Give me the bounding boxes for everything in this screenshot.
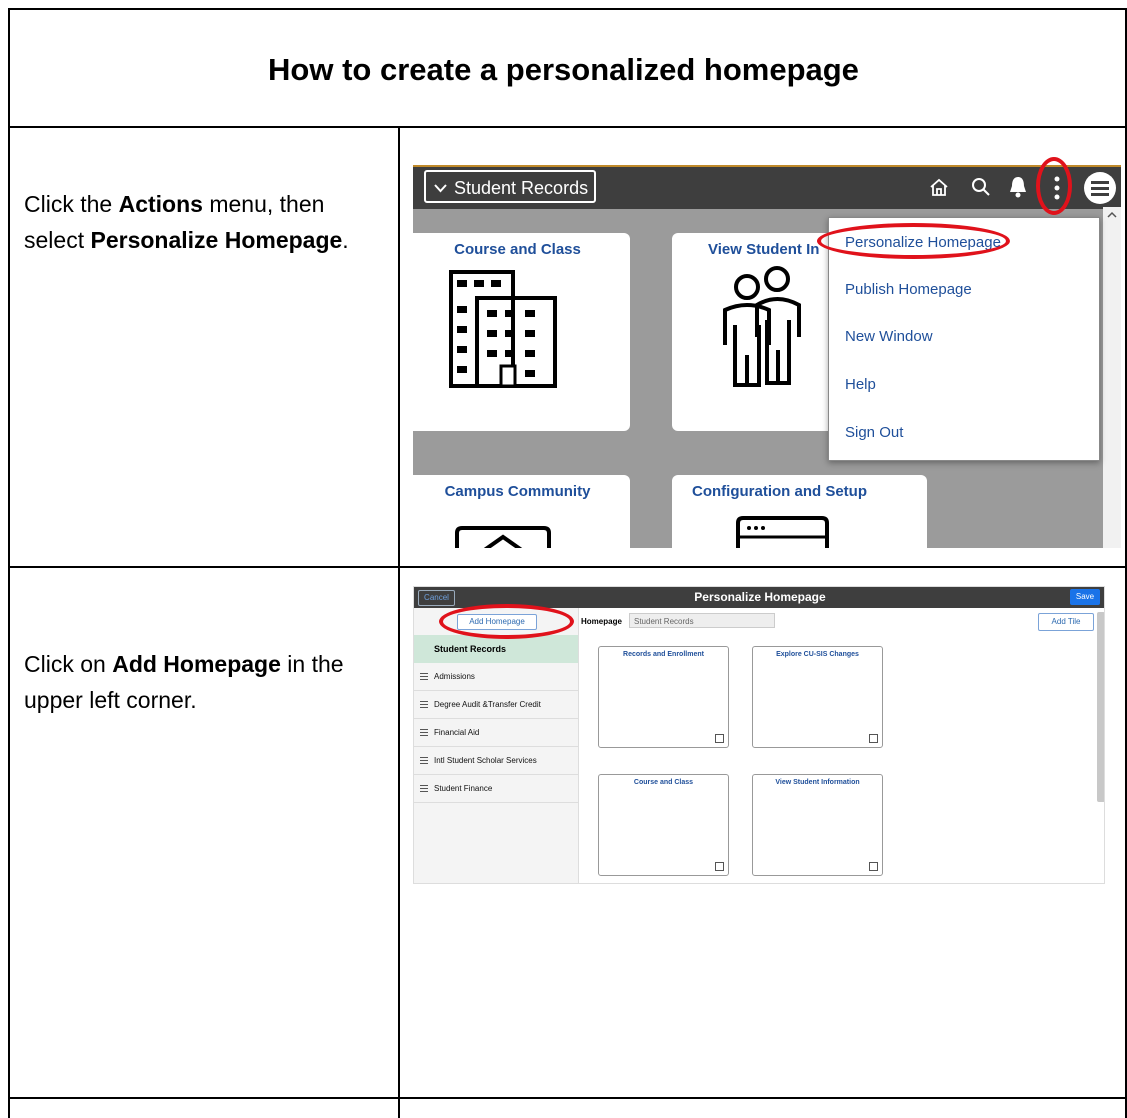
- header-bar: Student Records: [413, 165, 1121, 209]
- tile-course-and-class[interactable]: Course and Class: [598, 774, 729, 876]
- menu-item-help[interactable]: Help: [845, 376, 876, 393]
- sidebar-item-label: Financial Aid: [434, 728, 480, 737]
- browser-window-icon: [736, 516, 829, 548]
- border-left: [8, 8, 10, 1118]
- tile-title: Campus Community: [444, 483, 591, 500]
- border-row1: [8, 126, 1127, 128]
- scrollbar[interactable]: [1097, 612, 1104, 802]
- homepage-dropdown[interactable]: Student Records: [424, 170, 596, 203]
- drag-handle-icon[interactable]: [420, 785, 428, 792]
- homepage-dropdown-label: Student Records: [454, 178, 589, 198]
- navbar-icon[interactable]: [1083, 171, 1117, 205]
- tile-view-student-information[interactable]: View Student Information: [752, 774, 883, 876]
- add-tile-button[interactable]: Add Tile: [1038, 613, 1094, 631]
- tile-configuration-and-setup[interactable]: Configuration and Setup: [672, 475, 927, 548]
- sidebar-item-student-finance[interactable]: Student Finance: [414, 775, 578, 803]
- tile-title: View Student Information: [775, 779, 860, 786]
- tile-title: Configuration and Setup: [692, 483, 867, 500]
- sidebar-item-label: Degree Audit &Transfer Credit: [434, 700, 541, 709]
- chevron-down-icon: [434, 184, 447, 193]
- highlight-oval-add-homepage: [439, 604, 574, 639]
- chevron-up-icon: [1107, 211, 1117, 218]
- tile-title: Course and Class: [633, 779, 694, 786]
- sidebar-item-label: Admissions: [434, 672, 475, 681]
- screenshot-actions-menu: Student Records Course and Class View St…: [413, 165, 1121, 548]
- tile-campus-community[interactable]: Campus Community: [413, 475, 630, 548]
- sidebar-item-degree-audit[interactable]: Degree Audit &Transfer Credit: [414, 691, 578, 719]
- building-icon: [449, 270, 557, 388]
- scrollbar[interactable]: [1103, 207, 1121, 548]
- search-icon[interactable]: [971, 177, 991, 197]
- homepage-label: Homepage: [581, 617, 622, 626]
- tile-course-and-class[interactable]: Course and Class: [413, 233, 630, 431]
- drag-handle-icon[interactable]: [420, 701, 428, 708]
- sidebar-item-label: Student Finance: [434, 784, 493, 793]
- edit-icon[interactable]: [869, 734, 878, 743]
- edit-icon[interactable]: [715, 734, 724, 743]
- sidebar-item-label: Student Records: [434, 644, 507, 654]
- save-button[interactable]: Save: [1070, 589, 1100, 605]
- people-icon: [723, 266, 801, 387]
- tile-title: Records and Enrollment: [623, 651, 704, 658]
- tile-title: Explore CU-SIS Changes: [776, 651, 859, 658]
- menu-item-sign-out[interactable]: Sign Out: [845, 424, 903, 441]
- tile-title: Course and Class: [454, 241, 581, 258]
- edit-icon[interactable]: [869, 862, 878, 871]
- bell-icon[interactable]: [1007, 175, 1029, 199]
- step-2-instruction: Click on Add Homepage in the upper left …: [24, 651, 344, 713]
- community-icon: [455, 526, 551, 548]
- page-header-title: Personalize Homepage: [694, 590, 826, 604]
- step-1-instruction: Click the Actions menu, then select Pers…: [24, 191, 349, 253]
- drag-handle-icon[interactable]: [420, 729, 428, 736]
- sidebar-item-intl-student-scholar-services[interactable]: Intl Student Scholar Services: [414, 747, 578, 775]
- page-title: How to create a personalized homepage: [268, 52, 859, 87]
- tile-records-and-enrollment[interactable]: Records and Enrollment: [598, 646, 729, 748]
- highlight-oval-personalize: [817, 223, 1010, 259]
- sidebar-item-admissions[interactable]: Admissions: [414, 663, 578, 691]
- border-row2: [8, 566, 1127, 568]
- edit-icon[interactable]: [715, 862, 724, 871]
- drag-handle-icon[interactable]: [420, 757, 428, 764]
- homepage-name-input[interactable]: Student Records: [629, 613, 775, 628]
- highlight-oval-kebab: [1036, 157, 1072, 215]
- tile-explore-cu-sis-changes[interactable]: Explore CU-SIS Changes: [752, 646, 883, 748]
- home-icon[interactable]: [929, 177, 949, 197]
- border-row3: [8, 1097, 1127, 1099]
- menu-item-publish-homepage[interactable]: Publish Homepage: [845, 281, 972, 298]
- menu-item-new-window[interactable]: New Window: [845, 328, 933, 345]
- drag-handle-icon[interactable]: [420, 673, 428, 680]
- sidebar-item-financial-aid[interactable]: Financial Aid: [414, 719, 578, 747]
- homepage-sidebar: Add Homepage Student Records Admissions …: [414, 608, 579, 883]
- border-col: [398, 126, 400, 1118]
- sidebar-item-label: Intl Student Scholar Services: [434, 756, 537, 765]
- border-top: [8, 8, 1127, 10]
- sidebar-item-student-records[interactable]: Student Records: [414, 635, 578, 663]
